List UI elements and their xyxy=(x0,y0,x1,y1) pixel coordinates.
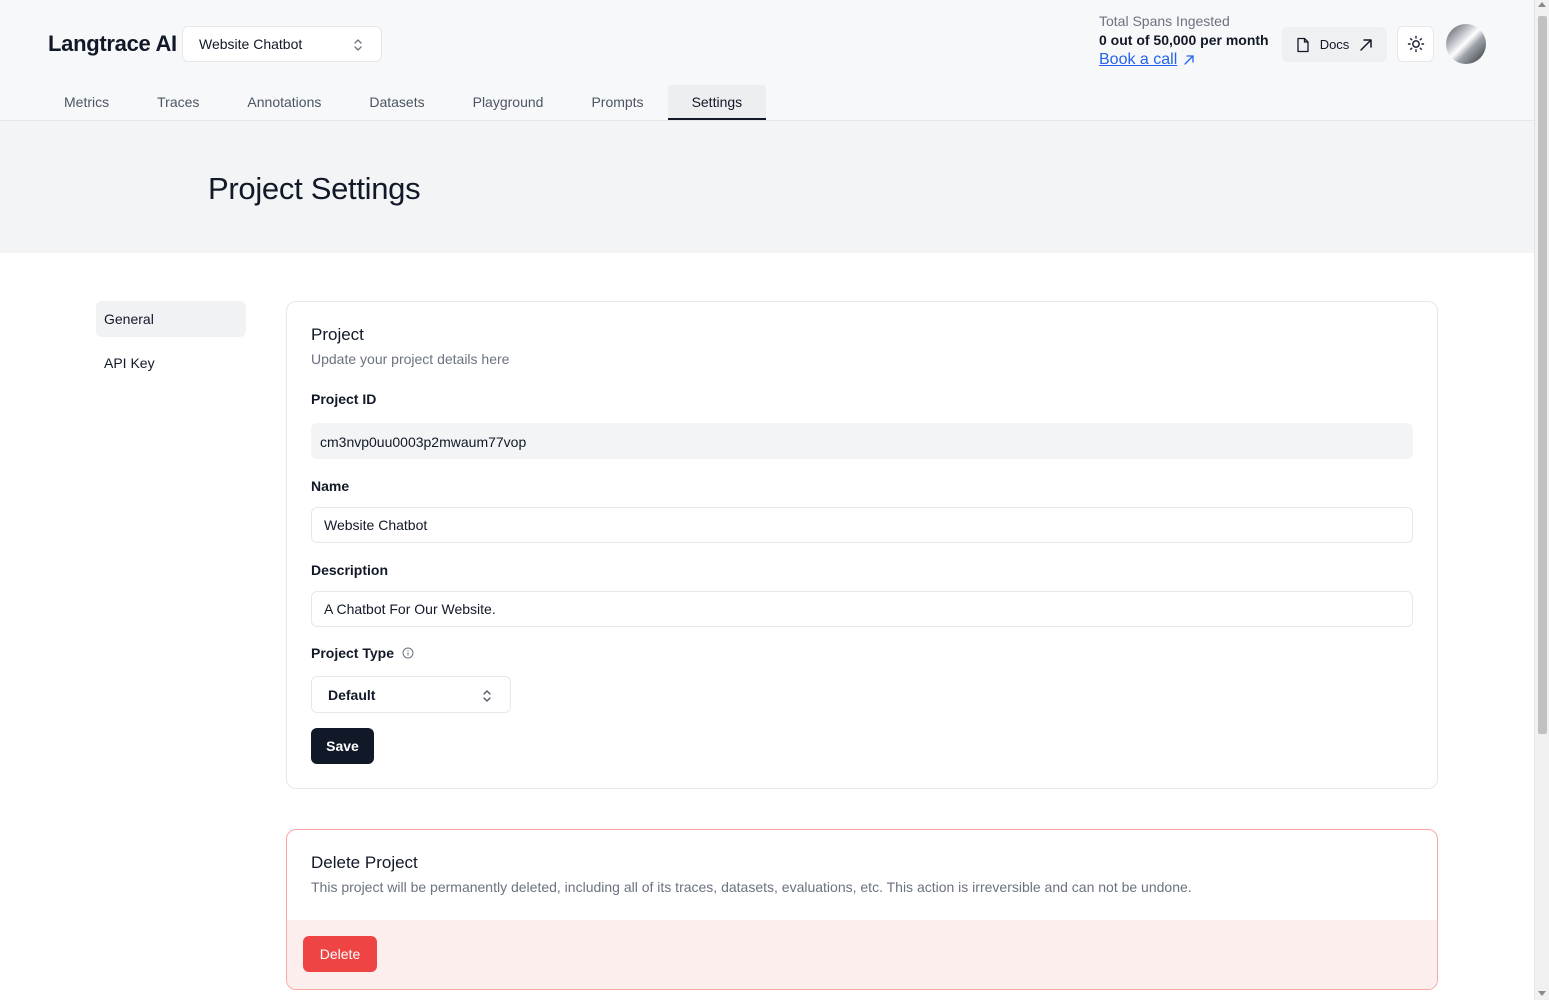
project-type-label-row: Project Type xyxy=(311,645,414,661)
chevrons-up-down-icon xyxy=(483,690,491,702)
project-type-label: Project Type xyxy=(311,645,394,661)
project-id-label: Project ID xyxy=(311,391,377,407)
delete-button[interactable]: Delete xyxy=(303,936,377,972)
project-selector[interactable]: Website Chatbot xyxy=(182,26,382,62)
chevrons-up-down-icon xyxy=(354,39,362,51)
vertical-scrollbar[interactable] xyxy=(1534,0,1549,1000)
book-call-label: Book a call xyxy=(1099,51,1178,68)
settings-side-nav: General API Key xyxy=(96,301,246,389)
side-nav-api-key[interactable]: API Key xyxy=(96,345,246,381)
spans-usage-title: Total Spans Ingested xyxy=(1099,13,1230,29)
scroll-up-arrow-icon[interactable] xyxy=(1538,2,1546,7)
project-selector-label: Website Chatbot xyxy=(199,36,303,52)
tab-settings[interactable]: Settings xyxy=(667,85,767,120)
tab-datasets[interactable]: Datasets xyxy=(345,85,448,120)
info-icon[interactable] xyxy=(402,647,414,659)
document-icon xyxy=(1297,37,1309,52)
side-nav-general[interactable]: General xyxy=(96,301,246,337)
app-logo[interactable]: Langtrace AI xyxy=(48,31,177,57)
top-header: Langtrace AI Website Chatbot Total Spans… xyxy=(0,0,1534,121)
description-input[interactable] xyxy=(311,591,1413,627)
delete-project-footer: Delete xyxy=(287,920,1437,989)
arrow-up-right-icon xyxy=(1360,38,1373,51)
spans-usage-value: 0 out of 50,000 per month xyxy=(1099,32,1269,48)
tab-traces[interactable]: Traces xyxy=(133,85,223,120)
delete-project-title: Delete Project xyxy=(311,853,418,872)
description-label: Description xyxy=(311,562,389,578)
user-avatar[interactable] xyxy=(1446,24,1486,64)
delete-project-warning: This project will be permanently deleted… xyxy=(311,879,1192,895)
scrollbar-thumb[interactable] xyxy=(1538,16,1547,734)
book-call-link[interactable]: Book a call xyxy=(1099,51,1269,69)
page-title-band: Project Settings xyxy=(0,121,1534,253)
save-button[interactable]: Save xyxy=(311,728,374,764)
tab-annotations[interactable]: Annotations xyxy=(223,85,345,120)
tab-playground[interactable]: Playground xyxy=(449,85,568,120)
project-id-field[interactable]: cm3nvp0uu0003p2mwaum77vop xyxy=(311,423,1413,459)
tab-prompts[interactable]: Prompts xyxy=(567,85,667,120)
spans-usage: Total Spans Ingested 0 out of 50,000 per… xyxy=(1099,13,1269,69)
external-arrow-icon xyxy=(1184,55,1194,65)
docs-button[interactable]: Docs xyxy=(1282,27,1387,62)
project-type-select[interactable]: Default xyxy=(311,676,511,713)
name-input[interactable] xyxy=(311,507,1413,543)
project-card-subtitle: Update your project details here xyxy=(311,351,510,367)
delete-project-card: Delete Project This project will be perm… xyxy=(286,829,1438,990)
name-label: Name xyxy=(311,478,350,494)
tab-metrics[interactable]: Metrics xyxy=(40,85,133,120)
project-card: Project Update your project details here… xyxy=(286,301,1438,789)
docs-label: Docs xyxy=(1319,37,1350,52)
scroll-down-arrow-icon[interactable] xyxy=(1538,991,1546,996)
sun-icon xyxy=(1407,35,1424,53)
page-title: Project Settings xyxy=(208,171,421,206)
theme-toggle-button[interactable] xyxy=(1397,26,1434,62)
main-tabs: Metrics Traces Annotations Datasets Play… xyxy=(40,85,767,120)
project-card-title: Project xyxy=(311,325,364,344)
project-type-value: Default xyxy=(328,686,376,703)
